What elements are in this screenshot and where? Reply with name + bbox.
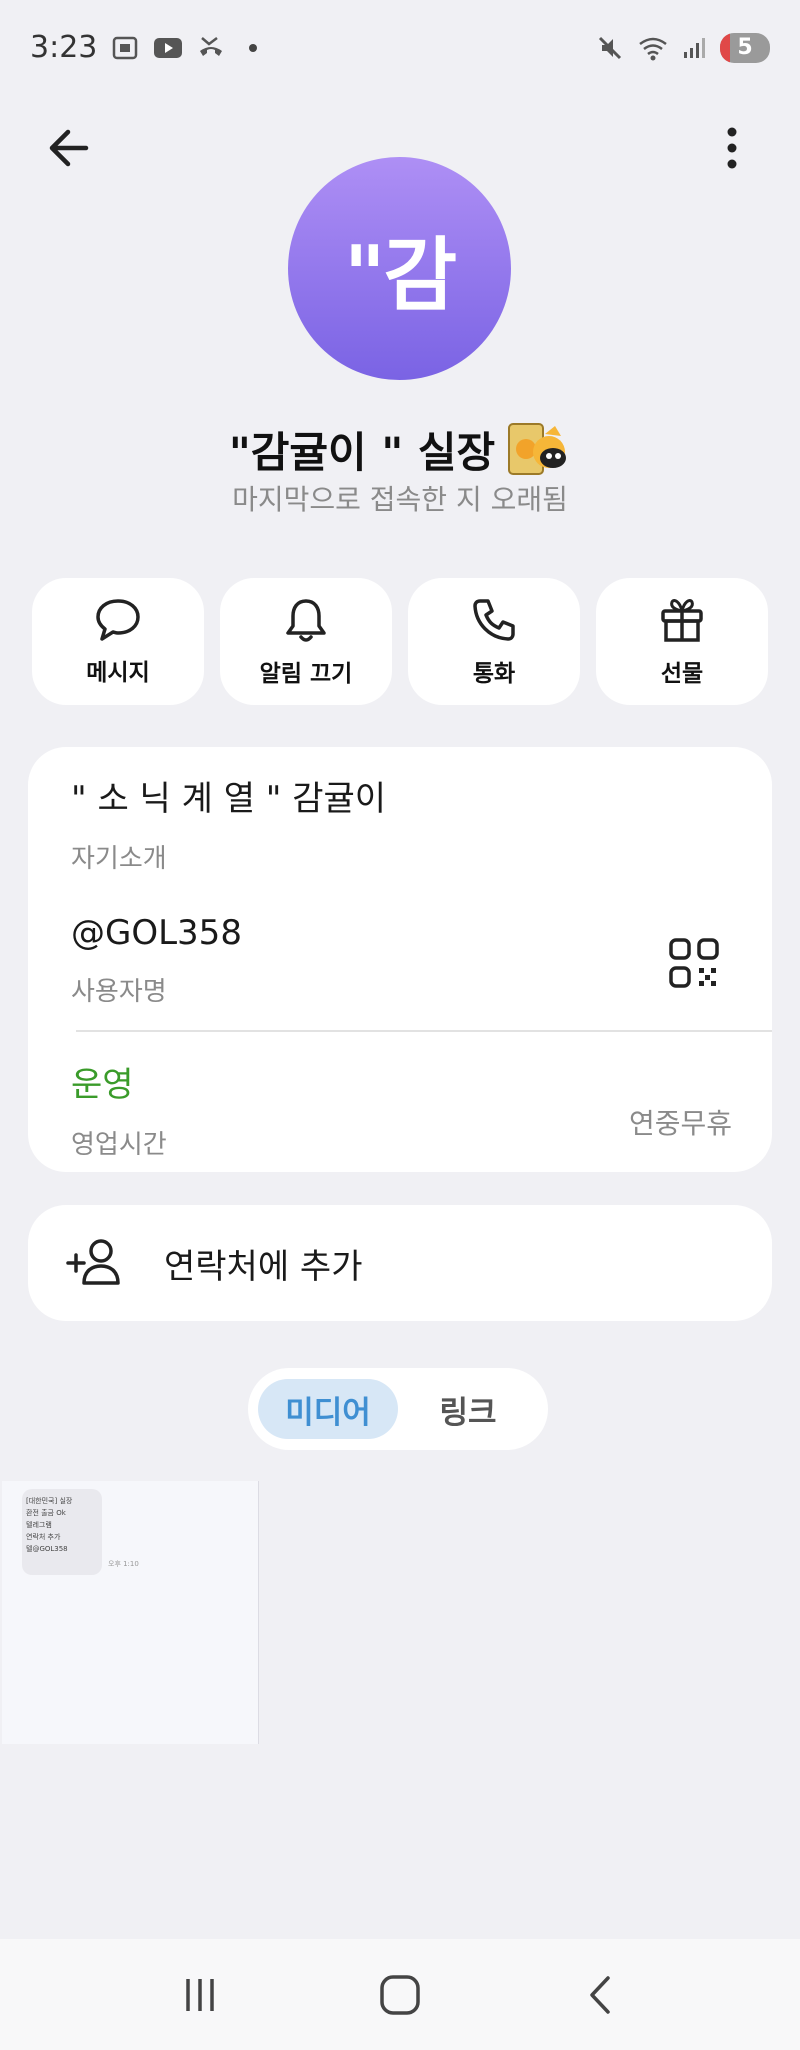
bell-icon <box>286 598 326 642</box>
qr-code-button[interactable] <box>668 937 720 989</box>
username-label: 사용자명 <box>71 977 167 1007</box>
tab-media[interactable]: 미디어 <box>258 1379 398 1439</box>
tangerine-sticker-icon <box>505 418 571 480</box>
message-button[interactable]: 메시지 <box>32 578 204 705</box>
username-value[interactable]: @GOL358 <box>71 913 242 953</box>
add-person-icon <box>66 1239 120 1285</box>
bio-section: " 소 닉 계 열 " 감귤이 자기소개 <box>71 771 386 875</box>
youtube-icon <box>153 37 183 59</box>
home-icon <box>380 1974 420 2015</box>
add-contact-button[interactable]: 연락처에 추가 <box>28 1205 772 1321</box>
thumb-line: [대한민국] 실장 <box>26 1497 73 1505</box>
thumb-line: 텔@GOL358 <box>26 1545 68 1553</box>
thumb-line: 연락처 추가 <box>26 1533 61 1541</box>
message-label: 메시지 <box>86 659 150 686</box>
profile-avatar[interactable]: "감 <box>288 157 511 380</box>
wifi-icon <box>638 35 668 61</box>
thumb-line: 환전 출금 Ok <box>26 1509 66 1517</box>
media-thumbnail[interactable]: [대한민국] 실장 환전 출금 Ok 텔레그램 연락처 추가 텔@GOL358 … <box>2 1481 259 1744</box>
system-back-button[interactable] <box>560 1960 640 2030</box>
gift-button[interactable]: 선물 <box>596 578 768 705</box>
recent-apps-icon <box>186 1978 214 2011</box>
missed-call-icon <box>197 35 225 61</box>
more-vertical-icon <box>727 127 737 169</box>
call-label: 통화 <box>472 660 516 687</box>
thumb-time: 오후 1:10 <box>108 1560 139 1568</box>
last-seen-status: 마지막으로 접속한 지 오래됨 <box>232 483 568 516</box>
business-hours-section: 운영 영업시간 <box>71 1057 167 1161</box>
qr-code-icon <box>669 938 719 988</box>
home-button[interactable] <box>360 1960 440 2030</box>
avatar-initials: "감 <box>343 228 457 322</box>
system-back-icon <box>590 1975 610 2014</box>
call-button[interactable]: 통화 <box>408 578 580 705</box>
hours-value: 연중무휴 <box>628 1107 732 1140</box>
battery-level: 5 <box>737 35 753 60</box>
thumb-message-bubble: [대한민국] 실장 환전 출금 Ok 텔레그램 연락처 추가 텔@GOL358 <box>22 1489 102 1575</box>
mute-label: 알림 끄기 <box>259 660 353 687</box>
gift-icon <box>661 598 703 642</box>
action-row: 메시지 알림 끄기 통화 선물 <box>32 578 768 705</box>
signal-icon <box>682 36 706 60</box>
status-time: 3:23 <box>30 30 98 65</box>
recent-apps-button[interactable] <box>160 1960 240 2030</box>
profile-name-row: "감귤이 " 실장 <box>0 418 800 480</box>
gift-label: 선물 <box>660 660 704 687</box>
battery-icon: 5 <box>720 32 770 63</box>
hours-status: 운영 <box>71 1065 134 1105</box>
bio-label: 자기소개 <box>71 844 167 874</box>
add-contact-label: 연락처에 추가 <box>164 1246 363 1287</box>
profile-info-card: " 소 닉 계 열 " 감귤이 자기소개 @GOL358 사용자명 운영 영업시… <box>28 747 772 1172</box>
message-icon <box>96 598 140 641</box>
mute-icon <box>596 34 624 62</box>
screenshot-icon <box>111 35 139 61</box>
thumb-line: 텔레그램 <box>26 1521 52 1529</box>
profile-name: "감귤이 " 실장 <box>228 427 496 477</box>
bio-value: " 소 닉 계 열 " 감귤이 <box>71 779 387 819</box>
hours-label: 영업시간 <box>71 1130 167 1160</box>
back-button[interactable] <box>40 120 96 176</box>
phone-icon <box>473 598 515 641</box>
mute-notifications-button[interactable]: 알림 끄기 <box>220 578 392 705</box>
more-options-button[interactable] <box>704 120 760 176</box>
system-nav-bar <box>0 1939 800 2050</box>
media-tabs: 미디어 링크 <box>248 1368 548 1450</box>
notification-dot-icon <box>249 43 258 52</box>
info-divider <box>76 1030 772 1032</box>
username-section[interactable]: @GOL358 사용자명 <box>71 913 242 1008</box>
status-bar: 3:23 5 <box>0 0 800 95</box>
tab-links[interactable]: 링크 <box>398 1379 538 1439</box>
back-arrow-icon <box>49 129 89 167</box>
